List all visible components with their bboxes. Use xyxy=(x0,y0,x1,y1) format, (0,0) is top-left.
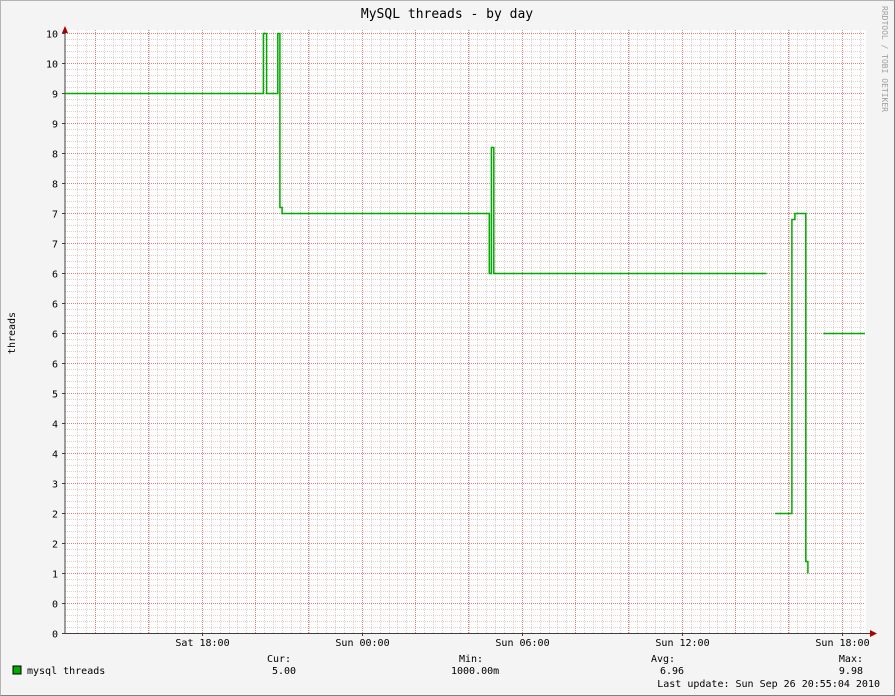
y-axis-label: threads xyxy=(7,312,18,354)
y-tick-label: 1 xyxy=(52,570,58,581)
y-tick-label: 2 xyxy=(52,540,58,551)
watermark-text: RRDTOOL / TOBI OETIKER xyxy=(880,6,889,112)
min-value: 1000.00m xyxy=(451,666,499,677)
x-tick-label: Sun 18:00 xyxy=(815,638,869,649)
max-value: 9.98 xyxy=(839,666,863,677)
x-tick-label: Sat 18:00 xyxy=(175,638,229,649)
y-axis-arrow xyxy=(62,26,68,33)
plot-area xyxy=(65,30,866,633)
x-tick-label: Sun 00:00 xyxy=(335,638,389,649)
min-label: Min: xyxy=(459,654,483,665)
y-tick-label: 4 xyxy=(52,450,58,461)
threads-chart: 0 0 1 2 2 3 4 4 5 6 6 6 6 7 7 8 8 9 9 10 10 Sat 18:00 Sun 00:… xyxy=(7,6,889,690)
grid-layer xyxy=(65,30,866,633)
y-tick-label: 3 xyxy=(52,480,58,491)
avg-value: 6.96 xyxy=(660,666,684,677)
y-tick-label: 10 xyxy=(46,30,58,41)
max-label: Max: xyxy=(839,654,863,665)
legend-swatch xyxy=(12,665,22,675)
y-tick-label: 6 xyxy=(52,330,58,341)
y-tick-label: 9 xyxy=(52,120,58,131)
y-tick-label: 0 xyxy=(52,600,58,611)
avg-label: Avg: xyxy=(651,654,675,665)
cur-value: 5.00 xyxy=(272,666,296,677)
y-tick-label: 6 xyxy=(52,300,58,311)
x-tick-labels: Sat 18:00 Sun 00:00 Sun 06:00 Sun 12:00 Sun … xyxy=(175,633,870,649)
y-tick-labels: 0 0 1 2 2 3 4 4 5 6 6 6 6 7 7 8 8 9 9 10 10 xyxy=(46,30,65,641)
y-tick-label: 8 xyxy=(52,150,58,161)
y-tick-label: 10 xyxy=(46,60,58,71)
y-tick-label: 9 xyxy=(52,90,58,101)
y-tick-label: 6 xyxy=(52,360,58,371)
y-tick-label: 4 xyxy=(52,420,58,431)
y-tick-label: 8 xyxy=(52,180,58,191)
x-tick-label: Sun 12:00 xyxy=(655,638,709,649)
y-tick-label: 6 xyxy=(52,270,58,281)
y-tick-label: 2 xyxy=(52,510,58,521)
cur-label: Cur: xyxy=(267,654,291,665)
legend-series-name: mysql threads xyxy=(27,666,105,677)
y-tick-label: 7 xyxy=(52,240,58,251)
x-tick-label: Sun 06:00 xyxy=(495,638,549,649)
y-tick-label: 0 xyxy=(52,630,58,641)
y-tick-label: 5 xyxy=(52,390,58,401)
x-axis-arrow xyxy=(870,630,877,637)
last-update-text: Last update: Sun Sep 26 20:55:04 2010 xyxy=(657,679,880,690)
chart-title: MySQL threads - by day xyxy=(361,7,533,22)
y-tick-label: 7 xyxy=(52,210,58,221)
